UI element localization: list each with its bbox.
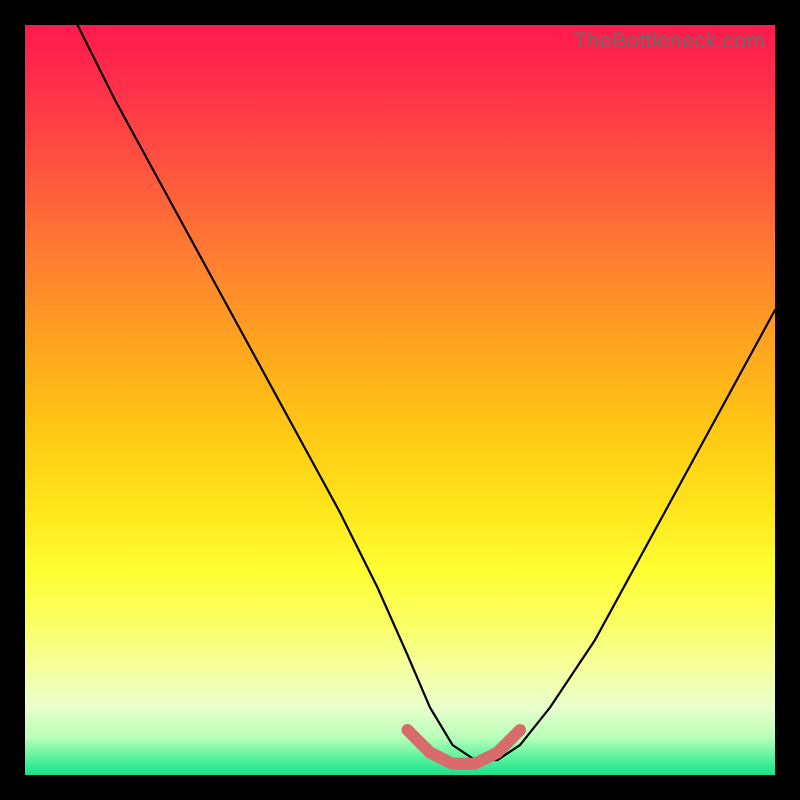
chart-plot-area: TheBottleneck.com [25, 25, 775, 775]
bottleneck-curve-line [78, 25, 776, 760]
chart-frame: TheBottleneck.com [0, 0, 800, 800]
flat-bottom-highlight-line [408, 730, 521, 764]
chart-svg [25, 25, 775, 775]
